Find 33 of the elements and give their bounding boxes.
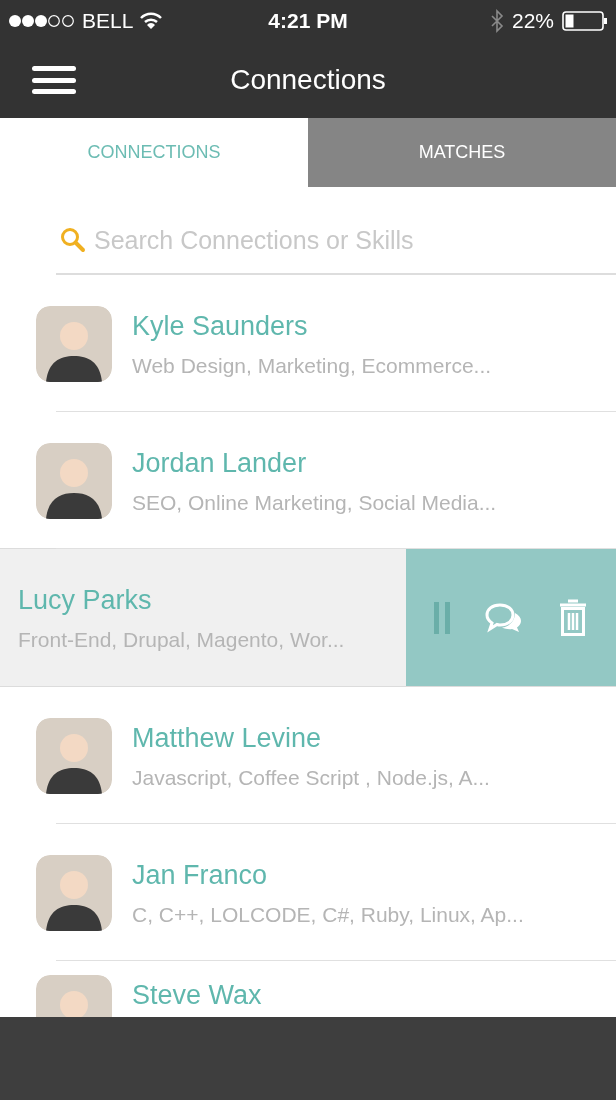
contact-skills: C, C++, LOLCODE, C#, Ruby, Linux, Ap... — [132, 902, 524, 928]
clock-time: 4:21 PM — [268, 8, 348, 35]
contact-skills: Javascript, Coffee Script , Node.js, A... — [132, 765, 490, 791]
contact-skills: SEO, Online Marketing, Social Media... — [132, 490, 497, 516]
wifi-icon — [139, 12, 164, 30]
menu-icon[interactable] — [32, 64, 76, 96]
trash-icon[interactable] — [558, 598, 588, 637]
contact-name: Matthew Levine — [132, 721, 323, 755]
bluetooth-icon — [489, 9, 504, 33]
contact-row[interactable]: Jan Franco C, C++, LOLCODE, C#, Ruby, Linux, Ap... — [0, 824, 616, 961]
contact-row[interactable]: Jordan Lander SEO, Online Marketing, Social Media... — [0, 412, 616, 549]
carrier-name: BELL — [82, 8, 134, 35]
avatar-icon — [36, 854, 112, 931]
avatar-icon — [36, 442, 112, 519]
battery-icon — [562, 11, 608, 31]
contact-name: Kyle Saunders — [132, 309, 309, 343]
pause-icon[interactable] — [434, 601, 450, 634]
chat-icon[interactable] — [484, 601, 524, 634]
contact-row[interactable]: Kyle Saunders Web Design, Marketing, Ecommerce... — [0, 275, 616, 412]
contact-row[interactable]: Matthew Levine Javascript, Coffee Script , Node.js, A... — [0, 687, 616, 824]
contact-name: Lucy Parks — [18, 583, 153, 617]
contact-name: Steve Wax — [132, 979, 262, 1012]
contact-skills: Web Design, Marketing, Ecommerce... — [132, 353, 492, 379]
tab[interactable]: MATCHES — [308, 118, 616, 187]
screen-title: Connections — [230, 63, 386, 97]
contact-name: Jordan Lander — [132, 446, 308, 480]
signal-icon — [8, 14, 76, 28]
search-icon — [60, 227, 86, 254]
contact-name: Jan Franco — [132, 858, 269, 892]
avatar-icon — [36, 305, 112, 382]
avatar-icon — [36, 717, 112, 794]
battery-percent: 22% — [511, 8, 554, 35]
contact-skills: Front-End, Drupal, Magento, Wor... — [18, 627, 346, 653]
